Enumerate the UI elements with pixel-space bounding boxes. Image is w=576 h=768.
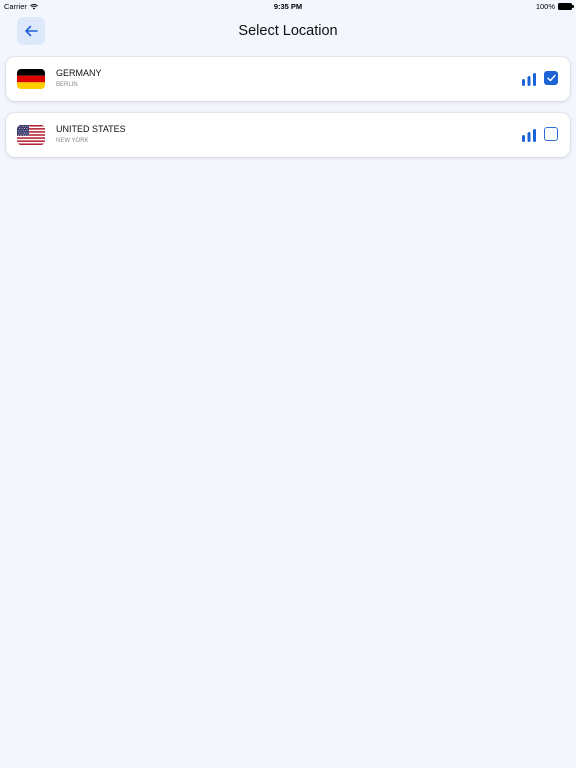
signal-strength-icon — [522, 73, 536, 86]
page-title: Select Location — [238, 23, 338, 39]
usa-flag-icon — [17, 125, 45, 145]
city-name: BERLIN — [56, 82, 78, 88]
status-battery: 100% — [535, 2, 574, 11]
status-time: 9:35 PM — [273, 2, 303, 11]
germany-flag-icon — [17, 69, 45, 89]
checkmark-icon — [546, 74, 556, 82]
battery-percent: 100% — [535, 2, 555, 11]
country-name: UNITED STATES — [56, 124, 126, 134]
country-name: GERMANY — [56, 68, 102, 78]
location-item-germany[interactable]: GERMANY BERLIN — [6, 57, 570, 101]
select-checkbox[interactable] — [544, 127, 558, 141]
city-name: NEW YORK — [56, 138, 89, 144]
location-list: GERMANY BERLIN UNITED STATES NEW YORK — [6, 57, 570, 169]
battery-icon — [558, 3, 574, 10]
header: Select Location — [0, 12, 576, 52]
signal-strength-icon — [522, 129, 536, 142]
location-item-united-states[interactable]: UNITED STATES NEW YORK — [6, 113, 570, 157]
select-checkbox[interactable] — [544, 71, 558, 85]
status-bar: Carrier 9:35 PM 100% — [0, 0, 576, 12]
